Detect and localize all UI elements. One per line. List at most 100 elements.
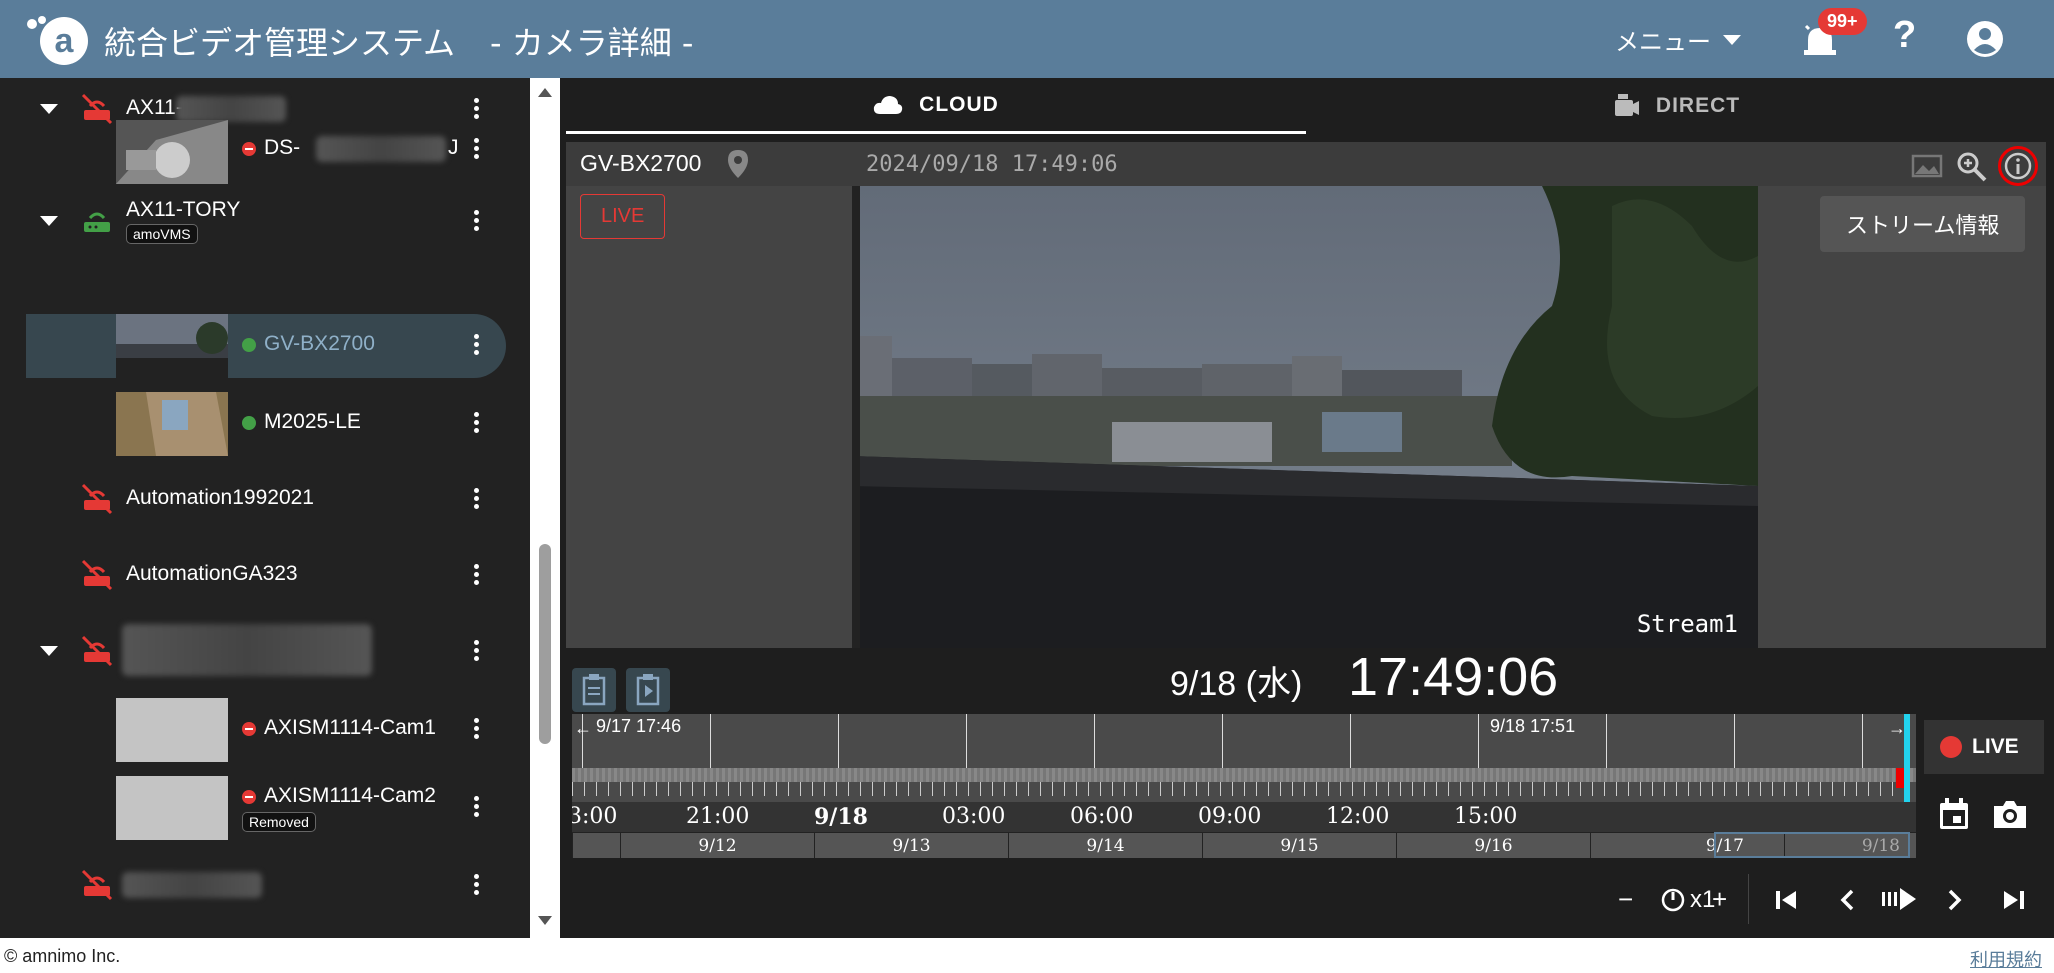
scroll-up-icon[interactable] <box>538 88 552 97</box>
camera-thumbnail <box>116 698 228 762</box>
camera-row[interactable]: DS- J <box>26 118 506 184</box>
camera-row[interactable]: AXISM1114-Cam1 <box>26 698 506 762</box>
camera-icon <box>1614 94 1639 116</box>
live-indicator: LIVE <box>580 194 666 239</box>
playback-time: 17:49:06 <box>1348 647 1559 707</box>
gateway-row[interactable]: Automation1992021 <box>26 468 506 532</box>
info-icon <box>2004 152 2032 180</box>
router-online-icon <box>84 212 110 232</box>
camera-thumbnail <box>116 314 228 378</box>
camera-row[interactable]: M2025-LE <box>26 392 506 456</box>
amnimo-logo[interactable]: a <box>24 14 92 68</box>
skip-end-icon[interactable] <box>2000 886 2028 914</box>
video-toolbar: GV-BX2700 2024/09/18 17:49:06 <box>566 142 2046 186</box>
more-vert-icon[interactable] <box>474 872 480 900</box>
cloud-icon <box>874 95 903 114</box>
timeline[interactable]: ← 9/17 17:46 9/18 17:51 → <box>572 714 1916 802</box>
more-vert-icon[interactable] <box>474 716 480 744</box>
more-vert-icon[interactable] <box>474 208 480 236</box>
page-subtitle: - カメラ詳細 - <box>490 24 694 62</box>
more-vert-icon[interactable] <box>474 562 480 590</box>
live-button-label: LIVE <box>1972 735 2019 758</box>
day-cell[interactable]: 9/15 <box>1202 833 1396 858</box>
camera-row-selected[interactable]: GV-BX2700 <box>26 314 506 378</box>
step-back-icon[interactable] <box>1834 886 1862 914</box>
camera-label: DS- <box>264 136 301 159</box>
zoom-in-icon[interactable] <box>1954 149 1988 183</box>
speed-plus-button[interactable]: + <box>1712 884 1727 915</box>
skip-start-icon[interactable] <box>1772 886 1800 914</box>
gateway-row[interactable] <box>26 854 506 918</box>
chevron-down-icon <box>1723 34 1741 45</box>
status-online-icon <box>242 416 256 430</box>
gateway-tag: amoVMS <box>126 224 198 244</box>
info-button[interactable] <box>1998 146 2038 186</box>
divider <box>1748 874 1749 924</box>
speed-minus-button[interactable]: − <box>1618 884 1633 915</box>
snapshot-icon[interactable] <box>1990 796 2030 832</box>
play-icon[interactable] <box>1880 884 1920 914</box>
more-vert-icon[interactable] <box>474 410 480 438</box>
camera-label: M2025-LE <box>264 410 361 433</box>
video-frame <box>852 186 1758 648</box>
camera-thumbnail <box>116 776 228 840</box>
help-icon[interactable]: ? <box>1893 14 1916 57</box>
gateway-row[interactable]: AX11-TORY amoVMS <box>26 190 506 254</box>
hour-label: 03:00 <box>942 804 1006 829</box>
tab-direct[interactable]: DIRECT <box>1306 78 2046 134</box>
expand-caret-icon[interactable] <box>40 104 58 114</box>
camera-name: GV-BX2700 <box>580 150 702 176</box>
notification-badge: 99+ <box>1818 8 1867 35</box>
more-vert-icon[interactable] <box>474 486 480 514</box>
arrow-left-icon[interactable]: ← <box>574 718 592 739</box>
more-vert-icon[interactable] <box>474 136 480 164</box>
day-cell[interactable] <box>572 833 620 858</box>
status-offline-icon <box>242 722 256 736</box>
camera-row[interactable]: AXISM1114-Cam2 Removed <box>26 776 506 840</box>
account-icon[interactable] <box>1966 20 2004 58</box>
redacted-text <box>122 624 372 676</box>
more-vert-icon[interactable] <box>474 638 480 666</box>
router-offline-icon <box>81 483 113 515</box>
hour-label: 06:00 <box>1070 804 1134 829</box>
clipboard-play-icon <box>636 674 660 706</box>
expand-caret-icon[interactable] <box>40 216 58 226</box>
clip-copy-button[interactable] <box>572 668 616 712</box>
stream-info-tooltip: ストリーム情報 <box>1820 196 2026 252</box>
redacted-text <box>122 872 262 898</box>
status-offline-icon <box>242 790 256 804</box>
camera-thumbnail <box>116 120 228 184</box>
app-title: 統合ビデオ管理システム <box>104 24 456 62</box>
day-cell[interactable]: 9/16 <box>1396 833 1590 858</box>
tab-cloud[interactable]: CLOUD <box>566 78 1306 134</box>
video-player[interactable]: Stream1 <box>852 186 1758 648</box>
menu-button[interactable]: メニュー <box>1615 22 1741 57</box>
range-end-label: 9/18 17:51 <box>1490 716 1576 736</box>
go-live-button[interactable]: LIVE <box>1924 720 2044 774</box>
scroll-down-icon[interactable] <box>538 916 552 925</box>
more-vert-icon[interactable] <box>474 794 480 822</box>
router-offline-icon <box>81 869 113 901</box>
hour-label: 9/18 <box>814 804 868 830</box>
location-pin-icon[interactable] <box>724 148 752 180</box>
step-forward-icon[interactable] <box>1940 886 1968 914</box>
expand-caret-icon[interactable] <box>40 646 58 656</box>
clip-play-button[interactable] <box>626 668 670 712</box>
gateway-row[interactable]: AutomationGA323 <box>26 544 506 608</box>
range-start-label: 9/17 17:46 <box>596 716 682 736</box>
sidebar-scrollbar[interactable] <box>530 78 560 938</box>
day-cell[interactable]: 9/13 <box>814 833 1008 858</box>
image-icon[interactable] <box>1910 149 1944 183</box>
gridline <box>1350 714 1351 768</box>
camera-label: AXISM1114-Cam1 <box>264 716 436 739</box>
router-offline-icon <box>81 559 113 591</box>
day-cell[interactable]: 9/12 <box>620 833 814 858</box>
scrollbar-thumb[interactable] <box>539 544 551 744</box>
calendar-icon[interactable] <box>1936 796 1972 832</box>
more-vert-icon[interactable] <box>474 332 480 360</box>
camera-label: AXISM1114-Cam2 <box>264 784 436 807</box>
gateway-row[interactable] <box>26 620 506 684</box>
device-tree: AX11- DS- J AX11-TORY amoVMS GV-BX2700 M… <box>0 78 530 938</box>
terms-link[interactable]: 利用規約 <box>1970 946 2042 972</box>
day-cell[interactable]: 9/14 <box>1008 833 1202 858</box>
